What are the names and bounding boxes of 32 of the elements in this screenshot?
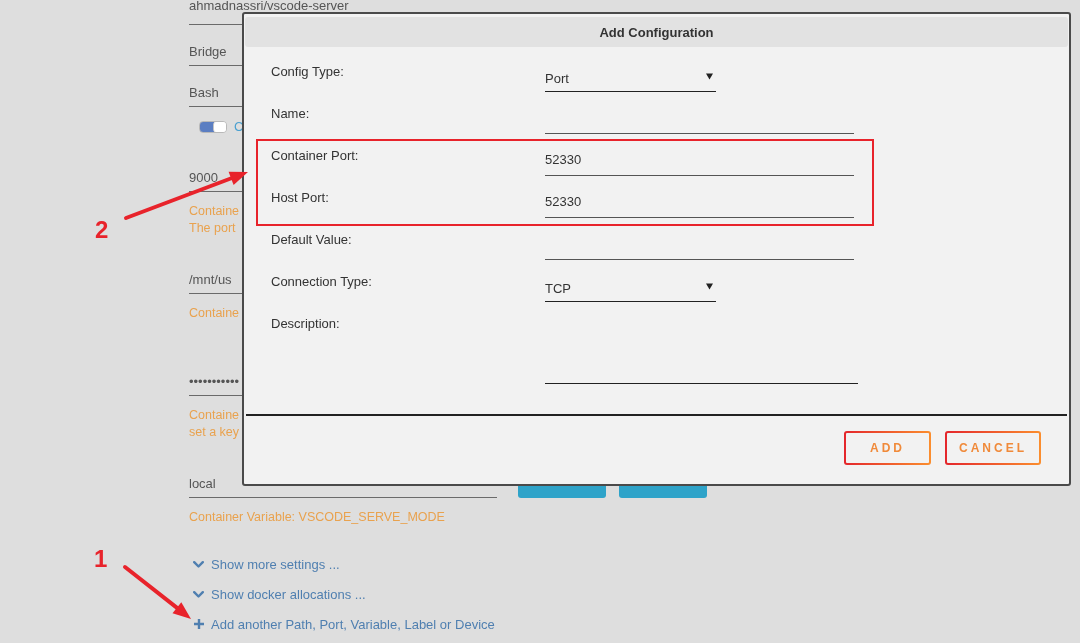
dropdown[interactable]: Port: [545, 62, 716, 92]
hint-text: Containe: [189, 305, 240, 322]
expand-link[interactable]: Show more settings ...: [193, 549, 340, 579]
field-label: Config Type:: [271, 63, 345, 81]
input-field[interactable]: ahmadnassri/vscode-server: [189, 0, 349, 12]
input-field[interactable]: 52330: [545, 146, 854, 176]
callout-number: 1: [94, 547, 108, 571]
field-label: Container Port:: [271, 147, 360, 165]
field-label: Default Value:: [271, 231, 353, 249]
chevron-down-icon: [193, 560, 204, 568]
callout-arrow: [122, 564, 192, 620]
hint-text: Container Variable: VSCODE_SERVE_MODE: [189, 509, 445, 526]
dialog-title: Add Configuration: [599, 24, 714, 40]
caret-icon: [706, 73, 713, 80]
field-label: Description:: [271, 315, 341, 333]
toggle-switch[interactable]: [199, 121, 227, 133]
callout-number: 2: [95, 218, 109, 242]
hint-text: Containe: [189, 407, 240, 424]
caret-icon: [706, 283, 713, 290]
hint-text: The port: [189, 220, 237, 237]
hint-text: set a key: [189, 424, 240, 441]
dropdown[interactable]: TCP: [545, 272, 716, 302]
plus-icon: [193, 619, 204, 629]
add-link[interactable]: Add another Path, Port, Variable, Label or Device: [193, 609, 495, 639]
input-field[interactable]: 52330: [545, 188, 854, 218]
chevron-down-icon: [193, 590, 204, 598]
toggle-label: C: [234, 120, 244, 134]
hint-text: Containe: [189, 203, 240, 220]
field-label: Connection Type:: [271, 273, 373, 291]
field-label: Host Port:: [271, 189, 330, 207]
expand-link[interactable]: Show docker allocations ...: [193, 579, 366, 609]
field-label: Name:: [271, 105, 311, 123]
